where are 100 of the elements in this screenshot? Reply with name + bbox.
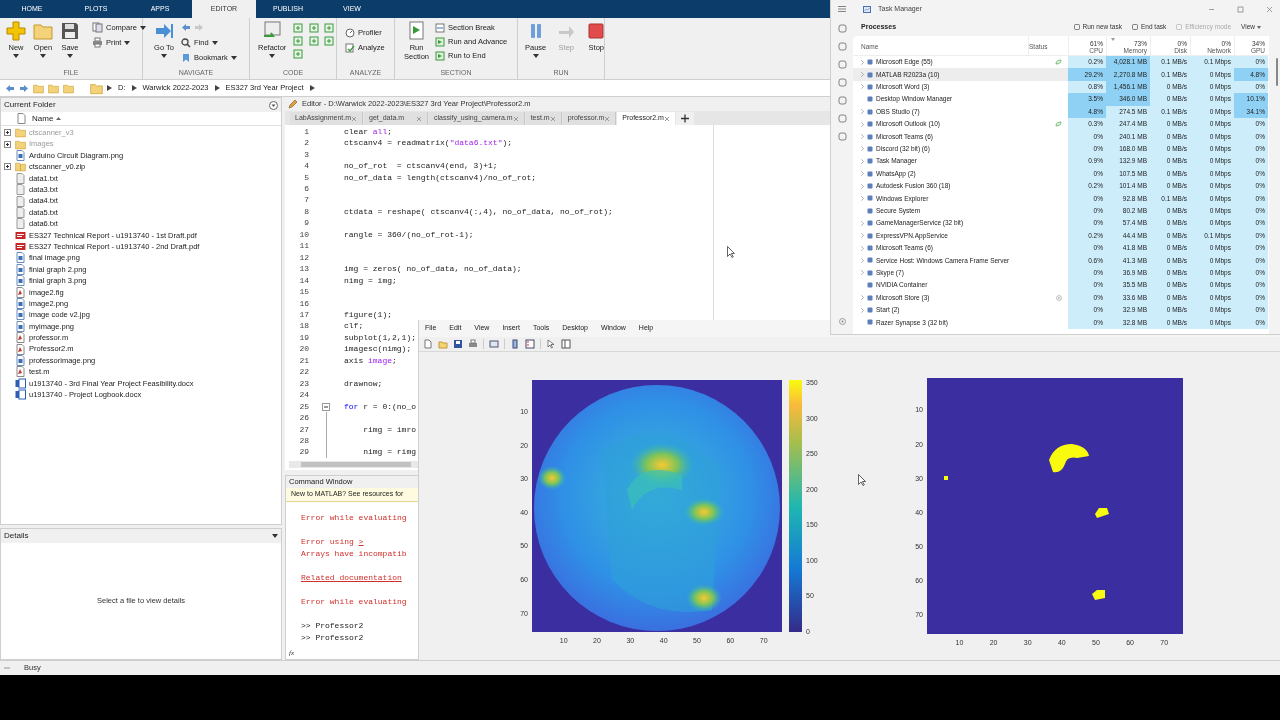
- line-number: 19: [298, 331, 309, 344]
- code-tool-icon: [308, 23, 319, 33]
- folder-icon: [90, 81, 103, 95]
- new-file-icon: [6, 21, 26, 41]
- code-line: nimg = img;: [344, 274, 397, 287]
- close-icon: [604, 115, 611, 122]
- chevron-icon: [131, 85, 137, 91]
- doc-link[interactable]: Related documentation: [301, 572, 402, 584]
- back-arrow-icon: [5, 83, 15, 93]
- caret-icon: [269, 54, 276, 58]
- menu-icon: [838, 6, 846, 12]
- code-line: axis image;: [344, 354, 397, 367]
- line-number: 10: [298, 228, 309, 241]
- text-file-icon: [15, 195, 26, 207]
- console-line: Error using >: [301, 536, 364, 548]
- file-header-icon: [17, 113, 26, 124]
- pointer-icon[interactable]: [546, 339, 556, 349]
- analyze-icon: [345, 42, 355, 53]
- script-file-icon: [15, 366, 26, 378]
- leaf-icon: [1055, 121, 1062, 128]
- resize-grip-icon: [4, 665, 10, 671]
- caret-icon: [161, 54, 167, 58]
- scrollbar-thumb[interactable]: [1276, 58, 1278, 86]
- line-number: 23: [298, 377, 309, 390]
- new-file-icon[interactable]: [423, 339, 433, 349]
- colorbar-icon[interactable]: [510, 339, 520, 349]
- action-icon: [1176, 24, 1183, 30]
- image-file-icon: [15, 320, 26, 332]
- line-number: 12: [298, 251, 309, 264]
- line-number: 4: [303, 160, 309, 173]
- close-icon: [512, 115, 519, 122]
- word-document-icon: [15, 377, 26, 389]
- legend-icon[interactable]: [525, 339, 535, 349]
- line-number: 1: [303, 125, 309, 138]
- settings-icon[interactable]: [837, 317, 847, 326]
- new-tab-icon[interactable]: [675, 112, 694, 125]
- run-advance-icon: [435, 36, 446, 47]
- caret-icon: [13, 54, 19, 58]
- folder-icon[interactable]: [438, 339, 448, 349]
- line-number: 17: [298, 309, 309, 321]
- printer-icon[interactable]: [468, 339, 478, 349]
- script-file-icon: [15, 286, 26, 298]
- doc-link[interactable]: >: [358, 537, 364, 546]
- close-icon: [663, 115, 670, 122]
- line-number: 16: [298, 297, 309, 310]
- pencil-icon: [288, 99, 298, 109]
- code-tool-icon: [324, 36, 335, 46]
- caret-icon: [230, 55, 237, 60]
- console-line: Arrays have incompatib: [301, 548, 407, 560]
- line-number: 7: [303, 194, 309, 207]
- code-tool-icon: [293, 49, 304, 59]
- section-break-icon: [435, 22, 446, 33]
- folder-icon: [15, 127, 26, 139]
- code-line: for r = 0:(no_o: [344, 400, 416, 413]
- console-line: >> Professor2: [301, 632, 364, 644]
- run-section-icon: [406, 21, 427, 41]
- chevron-icon: [214, 85, 220, 91]
- pause-status-icon: [1056, 294, 1062, 301]
- maximize-icon[interactable]: [1237, 5, 1244, 13]
- save-icon: [60, 21, 80, 41]
- expand-icon[interactable]: [4, 129, 11, 137]
- line-number: 28: [298, 434, 309, 447]
- action-icon: [1073, 24, 1080, 30]
- line-number: 15: [298, 286, 309, 299]
- text-file-icon: [15, 218, 26, 230]
- code-line: ctscanv4 = readmatrix("data6.txt");: [344, 137, 513, 150]
- code-line: drawnow;: [344, 377, 383, 390]
- stopwatch-icon: [345, 27, 355, 38]
- line-number: 13: [298, 263, 309, 276]
- console-line: Error while evaluating: [301, 512, 407, 524]
- horizontal-scrollbar[interactable]: [289, 461, 419, 468]
- folder-icon: [33, 21, 53, 41]
- sort-up-icon: [56, 117, 62, 120]
- leaf-icon: [1055, 59, 1062, 66]
- expand-icon[interactable]: [4, 140, 11, 148]
- fold-icon[interactable]: [322, 402, 330, 411]
- column-header[interactable]: Name: [32, 112, 62, 125]
- line-number: 29: [298, 446, 309, 459]
- caret-icon: [67, 54, 73, 58]
- pdf-icon: [15, 229, 26, 241]
- back-arrow-icon: [181, 23, 191, 32]
- save-icon[interactable]: [453, 339, 463, 349]
- code-line: imagesc(nimg);: [344, 343, 412, 356]
- image-file-icon: [15, 252, 26, 264]
- chevron-icon: [861, 196, 864, 201]
- code-tool-icon: [293, 36, 304, 46]
- expand-icon[interactable]: [4, 163, 11, 171]
- image-file-icon: [15, 275, 26, 287]
- mouse-cursor-icon: [727, 246, 735, 258]
- console-line: Error while evaluating: [301, 596, 407, 608]
- word-document-icon: [15, 389, 26, 401]
- pdf-icon: [15, 241, 26, 253]
- line-number: 14: [298, 274, 309, 287]
- panel-menu-icon[interactable]: [269, 100, 278, 110]
- line-number: 27: [298, 423, 309, 436]
- image-file-icon: [15, 263, 26, 275]
- close-icon[interactable]: [1266, 5, 1273, 13]
- panel-title: Current Folder: [4, 99, 56, 111]
- line-number: 11: [298, 240, 309, 253]
- panel-icon[interactable]: [561, 339, 571, 349]
